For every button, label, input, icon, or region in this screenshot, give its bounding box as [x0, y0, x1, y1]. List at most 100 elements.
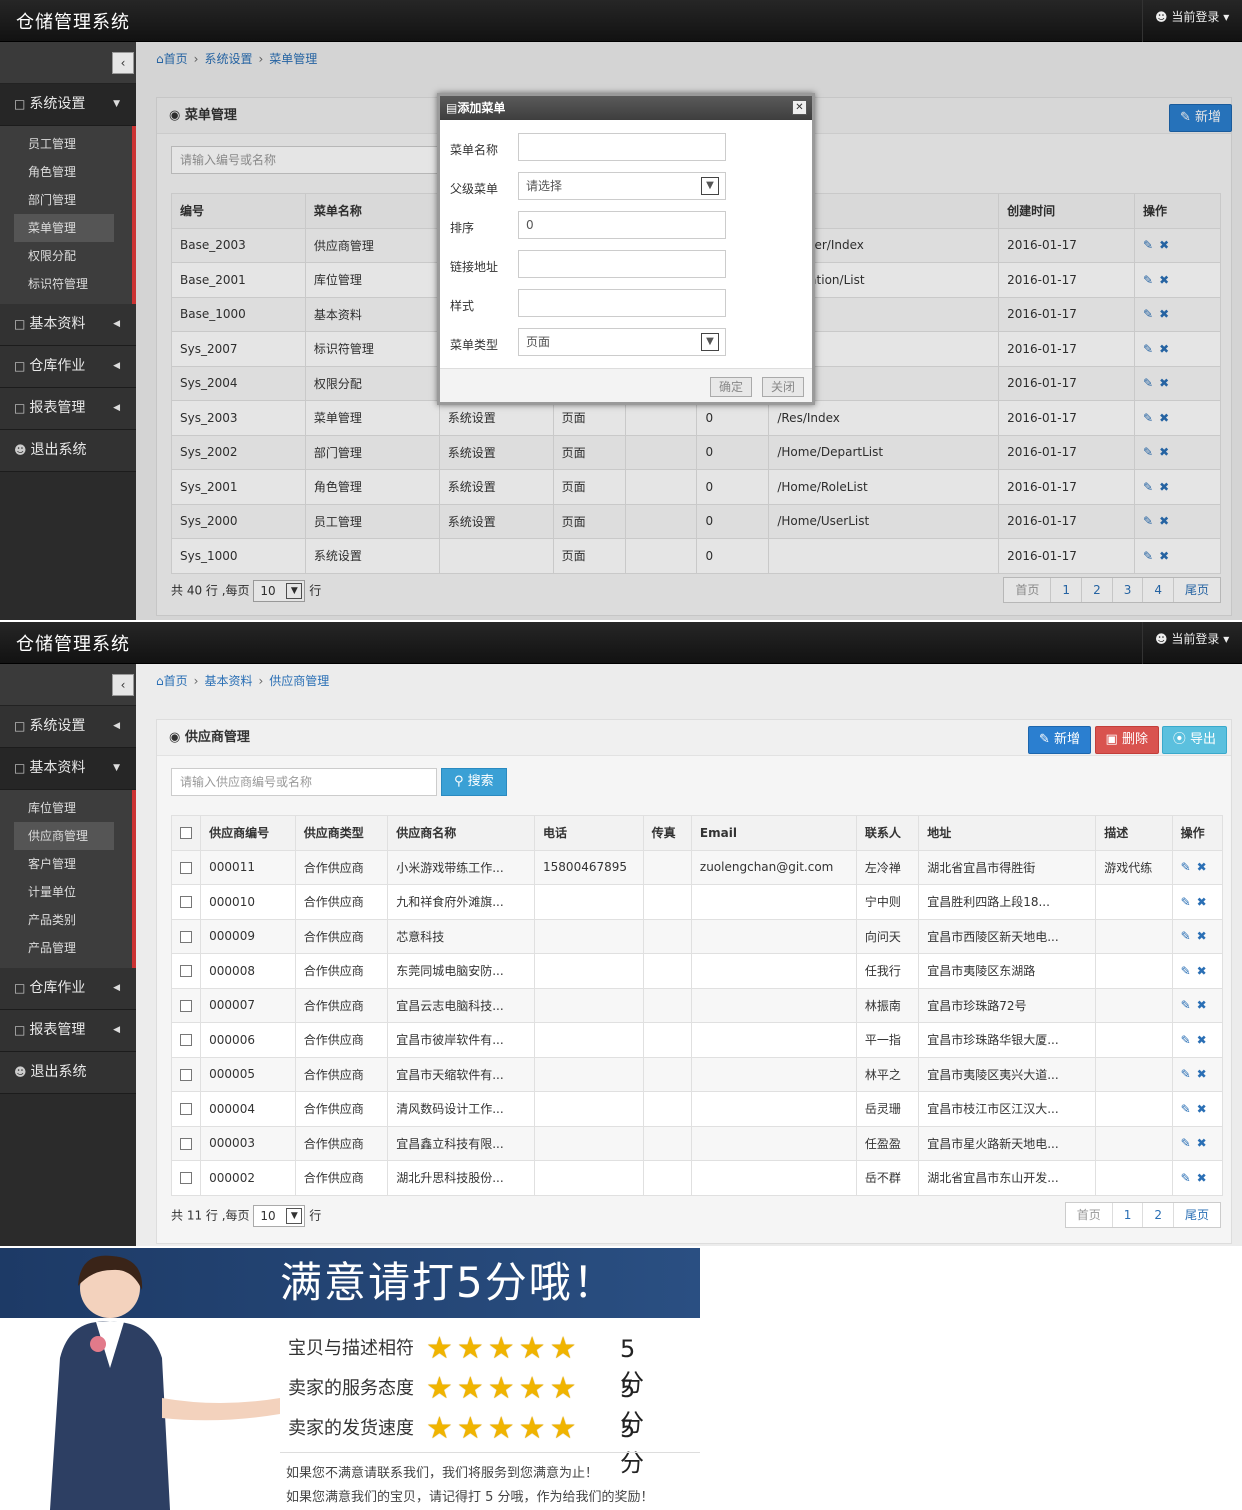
sidebar-item-identifiers[interactable]: 标识符管理 — [14, 270, 114, 298]
sidebar: ‹ □ 系统设置 ◀ □ 基本资料 ▼ 库位管理 供应商管理 客户管理 计量单位 产品类… — [0, 664, 136, 1246]
row-checkbox[interactable] — [180, 1137, 192, 1150]
delete-icon[interactable]: ✖ — [1197, 1171, 1207, 1185]
page-link[interactable]: 尾页 — [1172, 1203, 1220, 1227]
sidebar-item-staff[interactable]: 员工管理 — [14, 130, 114, 158]
table-cell — [1095, 1160, 1173, 1196]
breadcrumb-current[interactable]: 供应商管理 — [269, 674, 329, 688]
export-button[interactable]: ⦿ 导出 — [1161, 726, 1227, 754]
sidebar-collapse-button[interactable]: ‹ — [112, 674, 134, 696]
delete-button[interactable]: ▣ 删除 — [1094, 726, 1159, 754]
edit-icon[interactable]: ✎ — [1181, 1136, 1191, 1150]
sidebar-item-logout[interactable]: ☻ 退出系统 — [0, 430, 136, 472]
delete-icon[interactable]: ✖ — [1197, 895, 1207, 909]
sidebar-group-system[interactable]: □ 系统设置 ▼ — [0, 84, 136, 126]
sidebar-item-suppliers[interactable]: 供应商管理 — [14, 822, 114, 850]
user-menu[interactable]: ☻ 当前登录 ▾ — [1142, 0, 1242, 42]
edit-icon[interactable]: ✎ — [1181, 1102, 1191, 1116]
edit-icon[interactable]: ✎ — [1181, 895, 1191, 909]
page-link[interactable]: 2 — [1142, 1203, 1173, 1227]
row-checkbox[interactable] — [180, 965, 192, 978]
sidebar-collapse-button[interactable]: ‹ — [112, 52, 134, 74]
edit-icon[interactable]: ✎ — [1181, 1067, 1191, 1081]
table-cell: 合作供应商 — [294, 918, 389, 954]
table-cell: 000004 — [200, 1091, 296, 1127]
table-cell — [690, 1125, 857, 1161]
table-cell: 平一指 — [855, 1022, 920, 1058]
rating-row: 卖家的服务态度 ★★★★★ 5分 — [288, 1372, 644, 1438]
sidebar-group-warehouse[interactable]: □ 仓库作业 ◀ — [0, 346, 136, 388]
row-checkbox[interactable] — [180, 1068, 192, 1081]
delete-icon[interactable]: ✖ — [1197, 1033, 1207, 1047]
edit-icon[interactable]: ✎ — [1181, 964, 1191, 978]
form-input[interactable] — [518, 289, 726, 317]
column-header: 操作 — [1171, 815, 1224, 851]
table-cell: 向问天 — [855, 918, 920, 954]
delete-icon[interactable]: ✖ — [1197, 860, 1207, 874]
bookmark-icon: □ — [14, 981, 26, 995]
edit-icon[interactable]: ✎ — [1181, 1033, 1191, 1047]
edit-icon[interactable]: ✎ — [1181, 1171, 1191, 1185]
table-cell — [534, 987, 644, 1023]
sidebar-group-basic[interactable]: □ 基本资料 ▼ — [0, 748, 136, 790]
edit-icon[interactable]: ✎ — [1181, 998, 1191, 1012]
sidebar-item-logout[interactable]: ☻ 退出系统 — [0, 1052, 136, 1094]
user-menu[interactable]: ☻ 当前登录 ▾ — [1142, 622, 1242, 664]
delete-icon[interactable]: ✖ — [1197, 1136, 1207, 1150]
row-checkbox[interactable] — [180, 896, 192, 909]
add-button[interactable]: ✎ 新增 — [1027, 726, 1091, 754]
edit-icon[interactable]: ✎ — [1181, 929, 1191, 943]
delete-icon[interactable]: ✖ — [1197, 929, 1207, 943]
row-checkbox[interactable] — [180, 861, 192, 874]
row-checkbox[interactable] — [180, 1034, 192, 1047]
sidebar-item-units[interactable]: 计量单位 — [14, 878, 114, 906]
search-icon: ⚲ — [454, 774, 464, 789]
form-select[interactable]: 页面 ▼ — [518, 328, 726, 356]
sidebar-item-departments[interactable]: 部门管理 — [14, 186, 114, 214]
delete-icon[interactable]: ✖ — [1197, 1067, 1207, 1081]
sidebar-group-system[interactable]: □ 系统设置 ◀ — [0, 706, 136, 748]
dialog-close-icon[interactable]: ✕ — [792, 100, 807, 115]
row-checkbox[interactable] — [180, 1172, 192, 1185]
row-checkbox[interactable] — [180, 930, 192, 943]
field-label: 链接地址 — [450, 260, 499, 274]
table-row: 000006 合作供应商 宜昌市彼岸软件有... 平一指 宜昌市珍珠路华银大厦... ✎ ✖ — [170, 1022, 1224, 1058]
sidebar-item-locations[interactable]: 库位管理 — [14, 794, 114, 822]
sidebar-group-warehouse[interactable]: □ 仓库作业 ◀ — [0, 968, 136, 1010]
delete-icon[interactable]: ✖ — [1197, 1102, 1207, 1116]
form-input[interactable] — [518, 250, 726, 278]
form-select[interactable]: 请选择 ▼ — [518, 172, 726, 200]
sidebar-item-customers[interactable]: 客户管理 — [14, 850, 114, 878]
sidebar-item-menus[interactable]: 菜单管理 — [14, 214, 114, 242]
confirm-button[interactable]: 确定 — [709, 377, 752, 397]
row-checkbox[interactable] — [180, 1103, 192, 1116]
caret-left-icon: ◀ — [113, 1025, 120, 1035]
delete-icon[interactable]: ✖ — [1197, 998, 1207, 1012]
form-input[interactable] — [518, 133, 726, 161]
sidebar-item-categories[interactable]: 产品类别 — [14, 906, 114, 934]
breadcrumb-basic[interactable]: 基本资料 — [204, 674, 252, 688]
table-cell — [1095, 1022, 1173, 1058]
close-button[interactable]: 关闭 — [761, 377, 804, 397]
search-button[interactable]: ⚲ 搜索 — [441, 768, 507, 796]
table-cell — [534, 884, 644, 920]
sidebar-group-reports[interactable]: □ 报表管理 ◀ — [0, 388, 136, 430]
table-cell — [690, 1160, 857, 1196]
page-link[interactable]: 1 — [1111, 1203, 1143, 1227]
form-row: 链接地址 — [450, 250, 790, 278]
breadcrumb-home[interactable]: 首页 — [164, 674, 188, 688]
sidebar-group-basic[interactable]: □ 基本资料 ◀ — [0, 304, 136, 346]
delete-icon[interactable]: ✖ — [1197, 964, 1207, 978]
edit-icon[interactable]: ✎ — [1181, 860, 1191, 874]
sidebar-item-products[interactable]: 产品管理 — [14, 934, 114, 962]
row-checkbox[interactable] — [180, 999, 192, 1012]
page-size-select[interactable]: 10 ▼ — [253, 1205, 306, 1227]
search-input[interactable]: 请输入供应商编号或名称 — [171, 768, 437, 796]
select-all-checkbox[interactable] — [180, 827, 192, 840]
app-title: 仓储管理系统 — [16, 634, 130, 655]
form-input[interactable]: 0 — [518, 211, 726, 239]
sidebar-item-roles[interactable]: 角色管理 — [14, 158, 114, 186]
row-actions: ✎ ✖ — [1171, 849, 1224, 885]
sidebar-group-reports[interactable]: □ 报表管理 ◀ — [0, 1010, 136, 1052]
sidebar-item-permissions[interactable]: 权限分配 — [14, 242, 114, 270]
page-link[interactable]: 首页 — [1066, 1203, 1112, 1227]
